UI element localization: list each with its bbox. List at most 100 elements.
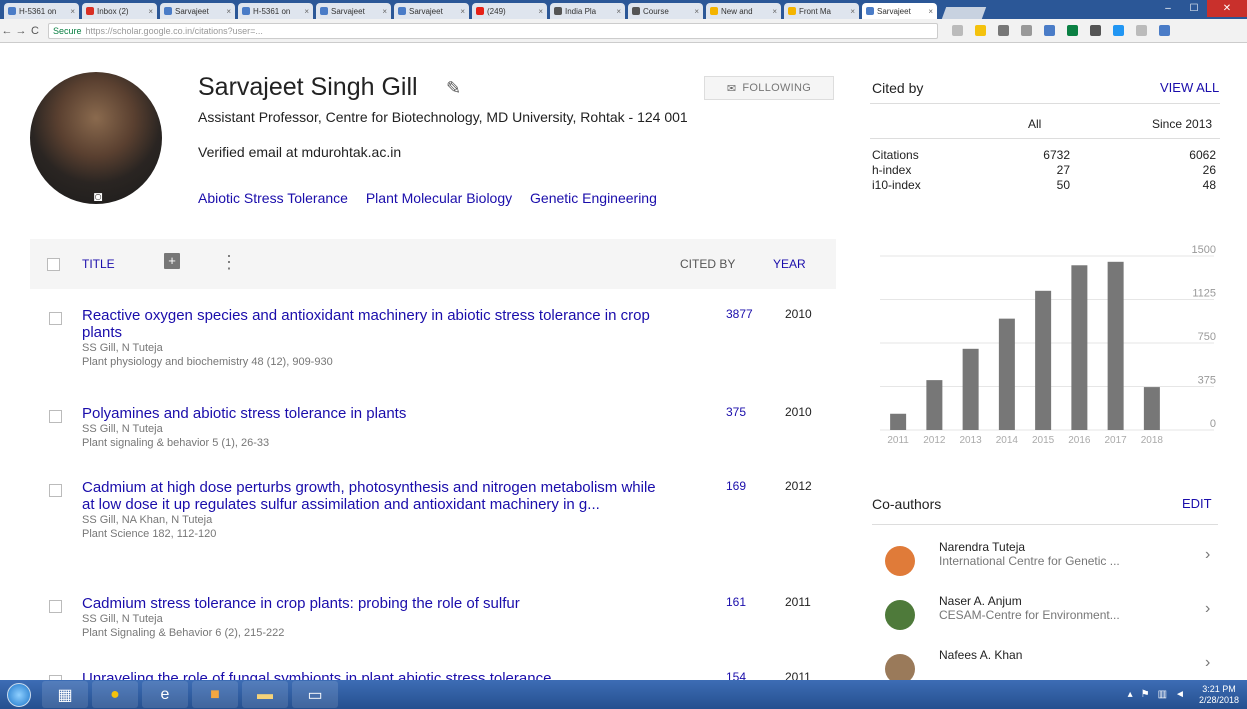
- browser-tab[interactable]: New and ×: [706, 3, 781, 19]
- tab-close-icon[interactable]: ×: [772, 7, 777, 16]
- network-icon[interactable]: ▥: [1158, 689, 1167, 700]
- show-desktop-icon[interactable]: ▦: [42, 681, 88, 708]
- browser-tab[interactable]: Sarvajeet ×: [160, 3, 235, 19]
- tab-close-icon[interactable]: ×: [694, 7, 699, 16]
- paint-icon[interactable]: ■: [192, 681, 238, 708]
- interest-link[interactable]: Plant Molecular Biology: [366, 190, 512, 206]
- row-checkbox[interactable]: [49, 312, 62, 325]
- tab-close-icon[interactable]: ×: [226, 7, 231, 16]
- close-window-button[interactable]: ✕: [1207, 0, 1247, 17]
- reload-icon[interactable]: C: [28, 25, 42, 37]
- back-icon[interactable]: ←: [0, 25, 14, 37]
- cited-count-link[interactable]: 375: [726, 405, 746, 419]
- edit-coauthors-link[interactable]: EDIT: [1182, 496, 1212, 511]
- browser-tab[interactable]: Inbox (2) ×: [82, 3, 157, 19]
- tray-flag-icon[interactable]: ⚑: [1141, 689, 1150, 700]
- browser-tab[interactable]: H-5361 on ×: [4, 3, 79, 19]
- extension-icon[interactable]: [1136, 25, 1147, 36]
- extension-icon[interactable]: [952, 25, 963, 36]
- chevron-right-icon[interactable]: ›: [1205, 600, 1210, 618]
- cited-count-link[interactable]: 3877: [726, 307, 753, 321]
- chevron-right-icon[interactable]: ›: [1205, 654, 1210, 672]
- bar[interactable]: [890, 413, 907, 430]
- browser-tab[interactable]: Course ×: [628, 3, 703, 19]
- avatar[interactable]: ◙: [30, 72, 162, 204]
- row-checkbox[interactable]: [49, 484, 62, 497]
- tab-label: Sarvajeet: [331, 6, 365, 16]
- chrome-icon[interactable]: ●: [92, 681, 138, 708]
- url-input[interactable]: Secure https://scholar.google.co.in/cita…: [48, 22, 938, 39]
- tab-close-icon[interactable]: ×: [850, 7, 855, 16]
- extension-icon[interactable]: [1090, 25, 1101, 36]
- browser-tab[interactable]: Sarvajeet ×: [394, 3, 469, 19]
- bar[interactable]: [1071, 265, 1088, 430]
- article-title-link[interactable]: Polyamines and abiotic stress tolerance …: [82, 405, 406, 422]
- extension-icon[interactable]: [1067, 25, 1078, 36]
- article-title-link[interactable]: Cadmium at high dose perturbs growth, ph…: [82, 479, 656, 513]
- tab-close-icon[interactable]: ×: [538, 7, 543, 16]
- tab-close-icon[interactable]: ×: [70, 7, 75, 16]
- view-all-link[interactable]: VIEW ALL: [1160, 80, 1219, 95]
- bar[interactable]: [1143, 387, 1160, 430]
- new-tab-button[interactable]: [941, 7, 987, 19]
- app-icon[interactable]: ▭: [292, 681, 338, 708]
- tab-close-icon[interactable]: ×: [616, 7, 621, 16]
- tray-arrow-icon[interactable]: ▴: [1128, 689, 1133, 700]
- browser-tab[interactable]: Sarvajeet ×: [862, 3, 937, 19]
- year-sort-header[interactable]: YEAR: [773, 257, 806, 271]
- coauthor-name[interactable]: Narendra Tuteja: [939, 540, 1025, 554]
- coauthor-name[interactable]: Naser A. Anjum: [939, 594, 1022, 608]
- extension-icon[interactable]: [1113, 25, 1124, 36]
- tab-close-icon[interactable]: ×: [460, 7, 465, 16]
- extension-icon[interactable]: [1021, 25, 1032, 36]
- coauthor-name[interactable]: Nafees A. Khan: [939, 648, 1022, 662]
- row-checkbox[interactable]: [49, 600, 62, 613]
- bar[interactable]: [998, 318, 1015, 430]
- tab-close-icon[interactable]: ×: [148, 7, 153, 16]
- article-title-link[interactable]: Reactive oxygen species and antioxidant …: [82, 307, 650, 341]
- edit-pencil-icon[interactable]: ✎: [446, 78, 461, 99]
- article-title-link[interactable]: Cadmium stress tolerance in crop plants:…: [82, 595, 520, 612]
- interest-link[interactable]: Genetic Engineering: [530, 190, 657, 206]
- cited-by-sort-header[interactable]: CITED BY: [680, 257, 735, 271]
- minimize-button[interactable]: –: [1155, 0, 1181, 17]
- interest-link[interactable]: Abiotic Stress Tolerance: [198, 190, 348, 206]
- tab-favicon-icon: [86, 7, 94, 15]
- bar[interactable]: [926, 380, 943, 430]
- bar[interactable]: [1035, 290, 1052, 430]
- start-button[interactable]: [0, 681, 38, 708]
- bar[interactable]: [962, 348, 979, 430]
- browser-tab[interactable]: India Pla ×: [550, 3, 625, 19]
- camera-icon[interactable]: ◙: [94, 188, 102, 204]
- bar[interactable]: [1107, 261, 1124, 430]
- extension-icon[interactable]: [1159, 25, 1170, 36]
- more-options-icon[interactable]: ⋮: [220, 252, 238, 273]
- coauthor-item[interactable]: Naser A. Anjum CESAM-Centre for Environme…: [882, 594, 1222, 638]
- cited-count-link[interactable]: 169: [726, 479, 746, 493]
- select-all-checkbox[interactable]: [47, 258, 60, 271]
- extension-icon[interactable]: [998, 25, 1009, 36]
- article-venue: Plant Signaling & Behavior 6 (2), 215-22…: [82, 627, 285, 639]
- add-article-icon[interactable]: +: [164, 253, 180, 269]
- browser-tab[interactable]: Sarvajeet ×: [316, 3, 391, 19]
- extension-icon[interactable]: [1044, 25, 1055, 36]
- title-sort-header[interactable]: TITLE: [82, 257, 115, 271]
- chevron-right-icon[interactable]: ›: [1205, 546, 1210, 564]
- browser-tab[interactable]: (249) ×: [472, 3, 547, 19]
- tab-close-icon[interactable]: ×: [304, 7, 309, 16]
- tab-close-icon[interactable]: ×: [382, 7, 387, 16]
- maximize-button[interactable]: ☐: [1181, 0, 1207, 17]
- following-button[interactable]: ✉ FOLLOWING: [704, 76, 834, 100]
- internet-explorer-icon[interactable]: e: [142, 681, 188, 708]
- file-explorer-icon[interactable]: ▬: [242, 681, 288, 708]
- cited-count-link[interactable]: 161: [726, 595, 746, 609]
- row-checkbox[interactable]: [49, 410, 62, 423]
- volume-icon[interactable]: ◄: [1175, 689, 1185, 700]
- star-icon[interactable]: [975, 25, 986, 36]
- coauthor-item[interactable]: Narendra Tuteja International Centre for …: [882, 540, 1222, 584]
- tab-close-icon[interactable]: ×: [928, 7, 933, 16]
- clock[interactable]: 3:21 PM 2/28/2018: [1199, 684, 1239, 706]
- browser-tab[interactable]: Front Ma ×: [784, 3, 859, 19]
- forward-icon[interactable]: →: [14, 25, 28, 37]
- browser-tab[interactable]: H-5361 on ×: [238, 3, 313, 19]
